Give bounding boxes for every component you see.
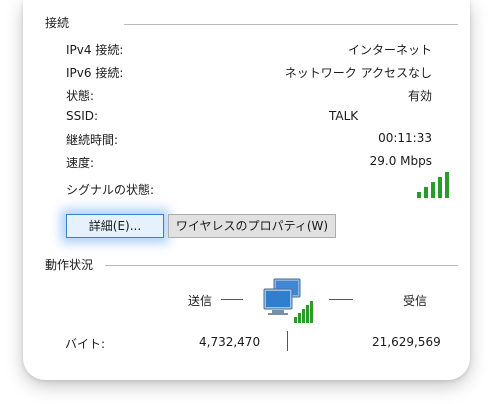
sent-dash <box>221 299 243 300</box>
ipv4-connection-label: IPv4 接続: <box>66 43 124 57</box>
wireless-properties-button[interactable]: ワイヤレスのプロパティ(W) <box>168 214 336 238</box>
ipv6-connection-value: ネットワーク アクセスなし <box>284 66 432 80</box>
wifi-status-panel: 接続 IPv4 接続: インターネット IPv6 接続: ネットワーク アクセス… <box>23 0 470 380</box>
details-button[interactable]: 詳細(E)... <box>66 214 164 238</box>
bytes-sent-value: 4,732,470 <box>199 335 261 349</box>
connection-group-divider <box>124 24 458 25</box>
duration-label: 継続時間: <box>66 133 119 147</box>
ssid-value: TALK <box>329 109 359 123</box>
ipv6-connection-label: IPv6 接続: <box>66 66 124 80</box>
media-state-label: 状態: <box>66 89 95 103</box>
speed-label: 速度: <box>66 156 95 170</box>
signal-strength-icon <box>417 172 449 198</box>
duration-value: 00:11:33 <box>378 131 432 145</box>
network-computers-icon <box>263 278 313 323</box>
speed-value: 29.0 Mbps <box>369 154 432 168</box>
bytes-label: バイト: <box>65 337 106 351</box>
received-dash <box>329 299 353 300</box>
sent-label: 送信 <box>188 294 213 308</box>
ssid-label: SSID: <box>66 109 99 123</box>
connection-group-title: 接続 <box>45 16 70 30</box>
bytes-divider <box>287 331 288 351</box>
media-state-value: 有効 <box>407 89 432 103</box>
signal-quality-label: シグナルの状態: <box>66 183 155 197</box>
activity-group-title: 動作状況 <box>45 258 94 272</box>
activity-group-divider <box>105 265 458 266</box>
ipv4-connection-value: インターネット <box>347 43 432 57</box>
received-label: 受信 <box>403 294 428 308</box>
bytes-received-value: 21,629,569 <box>372 335 441 349</box>
